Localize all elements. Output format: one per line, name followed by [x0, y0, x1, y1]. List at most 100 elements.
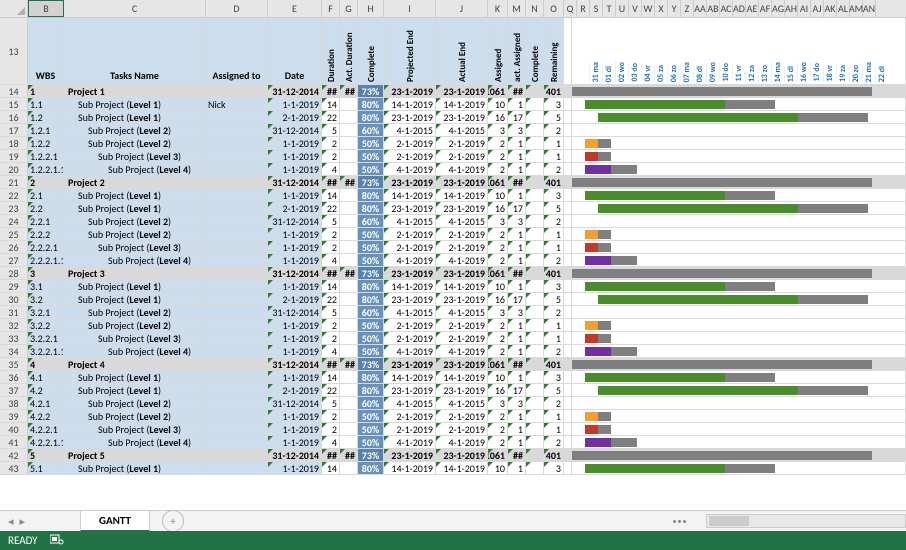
cell-complete-n[interactable] [526, 189, 544, 201]
table-row[interactable]: 161.2Sub Project (Level 1)2-1-20192280%2… [0, 111, 906, 124]
macro-record-icon[interactable] [50, 533, 64, 548]
cell-pct-assigned[interactable]: 1 [508, 137, 526, 149]
row-number[interactable]: 28 [0, 267, 28, 279]
cell-assigned[interactable] [206, 449, 268, 461]
cell-assigned[interactable] [206, 319, 268, 331]
col-I[interactable]: I [384, 0, 436, 17]
cell-task-name[interactable]: Sub Project (Level 2) [64, 228, 206, 240]
cell-assigned-n[interactable]: 2 [488, 332, 508, 344]
cell-wbs[interactable]: 4.2 [28, 384, 64, 396]
cell-assigned-n[interactable]: 2 [488, 228, 508, 240]
col-AE[interactable]: AE [746, 0, 759, 17]
row-number[interactable]: 43 [0, 462, 28, 474]
cell-actual-end[interactable]: 14-1-2019 [436, 462, 488, 474]
cell-remaining[interactable]: 3 [544, 280, 564, 292]
cell-complete[interactable]: 73% [358, 176, 384, 188]
cell-complete[interactable]: 60% [358, 306, 384, 318]
gantt-cell[interactable] [572, 319, 906, 331]
cell-actual-end[interactable]: 14-1-2019 [436, 280, 488, 292]
col-AN[interactable]: AN [863, 0, 876, 17]
cell-date[interactable]: 1-1-2019 [268, 241, 322, 253]
cell-complete[interactable]: 60% [358, 215, 384, 227]
cell-wbs[interactable]: 1.2.2.1.1 [28, 163, 64, 175]
cell-pct-assigned[interactable]: 1 [508, 228, 526, 240]
gantt-cell[interactable] [572, 241, 906, 253]
cell-actual-end[interactable]: 2-1-2019 [436, 410, 488, 422]
cell-duration[interactable]: 22 [322, 384, 340, 396]
cell-pct-assigned[interactable]: 3 [508, 124, 526, 136]
table-row[interactable]: 323.2.2Sub Project (Level 2)1-1-2019250%… [0, 319, 906, 332]
column-ruler[interactable]: BCDEFGHIJKMNOQRSTUVWXYZAAABACADAEAFAGAHA… [0, 0, 906, 18]
cell-remaining[interactable]: 1 [544, 228, 564, 240]
cell-actual-end[interactable]: 2-1-2019 [436, 228, 488, 240]
gantt-cell[interactable] [572, 293, 906, 305]
cell-complete-n[interactable] [526, 345, 544, 357]
cell-wbs[interactable]: 2.2.1 [28, 215, 64, 227]
cell-remaining[interactable]: 2 [544, 254, 564, 266]
gantt-cell[interactable] [572, 462, 906, 474]
gantt-cell[interactable] [572, 280, 906, 292]
cell-remaining[interactable]: 5 [544, 384, 564, 396]
table-row[interactable]: 384.2.1Sub Project (Level 2)31-12-201456… [0, 397, 906, 410]
cell-pct-assigned[interactable]: 17 [508, 384, 526, 396]
cell-assigned[interactable] [206, 345, 268, 357]
cell-projected-end[interactable]: 2-1-2019 [384, 241, 436, 253]
cell-assigned-n[interactable]: 10 [488, 371, 508, 383]
row-number[interactable]: 38 [0, 397, 28, 409]
cell-task-name[interactable]: Sub Project (Level 1) [64, 384, 206, 396]
cell-act-duration[interactable]: ## [340, 267, 358, 279]
cell-wbs[interactable]: 1.1 [28, 98, 64, 110]
cell-remaining[interactable]: 2 [544, 163, 564, 175]
cell-pct-assigned[interactable]: 1 [508, 332, 526, 344]
gantt-cell[interactable] [572, 436, 906, 448]
cell-actual-end[interactable]: 4-1-2019 [436, 163, 488, 175]
cell-date[interactable]: 31-12-2014 [268, 306, 322, 318]
cell-wbs[interactable]: 4.2.1 [28, 397, 64, 409]
cell-complete[interactable]: 80% [358, 462, 384, 474]
table-row[interactable]: 191.2.2.1Sub Project (Level 3)1-1-201925… [0, 150, 906, 163]
cell-projected-end[interactable]: 4-1-2015 [384, 215, 436, 227]
cell-wbs[interactable]: 1.2.2 [28, 137, 64, 149]
cell-complete[interactable]: 60% [358, 124, 384, 136]
cell-complete[interactable]: 80% [358, 189, 384, 201]
cell-date[interactable]: 1-1-2019 [268, 332, 322, 344]
cell-complete[interactable]: 80% [358, 384, 384, 396]
cell-complete[interactable]: 80% [358, 280, 384, 292]
cell-pct-assigned[interactable]: 1 [508, 189, 526, 201]
cell-wbs[interactable]: 4 [28, 358, 64, 370]
hdr-complete[interactable]: Complete [358, 18, 384, 84]
cell-projected-end[interactable]: 2-1-2019 [384, 137, 436, 149]
cell-date[interactable]: 31-12-2014 [268, 397, 322, 409]
hdr-actual-end[interactable]: Actual End [436, 18, 488, 84]
table-row[interactable]: 303.2Sub Project (Level 1)2-1-20192280%2… [0, 293, 906, 306]
cell-projected-end[interactable]: 23-1-2019 [384, 293, 436, 305]
cell-assigned[interactable] [206, 189, 268, 201]
cell-duration[interactable]: ## [322, 176, 340, 188]
cell-date[interactable]: 31-12-2014 [268, 176, 322, 188]
table-row[interactable]: 242.2.1Sub Project (Level 2)31-12-201456… [0, 215, 906, 228]
cell-date[interactable]: 1-1-2019 [268, 228, 322, 240]
row-number[interactable]: 23 [0, 202, 28, 214]
cell-date[interactable]: 1-1-2019 [268, 319, 322, 331]
gantt-cell[interactable] [572, 371, 906, 383]
table-row[interactable]: 252.2.2Sub Project (Level 2)1-1-2019250%… [0, 228, 906, 241]
table-row[interactable]: 414.2.2.1.1Sub Project (Level 4)1-1-2019… [0, 436, 906, 449]
cell-act-duration[interactable] [340, 436, 358, 448]
table-row[interactable]: 181.2.2Sub Project (Level 2)1-1-2019250%… [0, 137, 906, 150]
cell-assigned-n[interactable]: 10 [488, 189, 508, 201]
cell-assigned-n[interactable]: 10 [488, 98, 508, 110]
cell-date[interactable]: 1-1-2019 [268, 254, 322, 266]
cell-act-duration[interactable] [340, 371, 358, 383]
cell-duration[interactable]: 14 [322, 280, 340, 292]
cell-act-duration[interactable] [340, 462, 358, 474]
cell-pct-assigned[interactable]: ## [508, 449, 526, 461]
cell-projected-end[interactable]: 4-1-2019 [384, 163, 436, 175]
cell-actual-end[interactable]: 4-1-2015 [436, 215, 488, 227]
cell-duration[interactable]: 2 [322, 410, 340, 422]
cell-task-name[interactable]: Sub Project (Level 2) [64, 124, 206, 136]
cell-complete[interactable]: 50% [358, 228, 384, 240]
col-AI[interactable]: AI [798, 0, 811, 17]
col-X[interactable]: X [655, 0, 668, 17]
cell-complete-n[interactable] [526, 293, 544, 305]
cell-duration[interactable]: 14 [322, 462, 340, 474]
